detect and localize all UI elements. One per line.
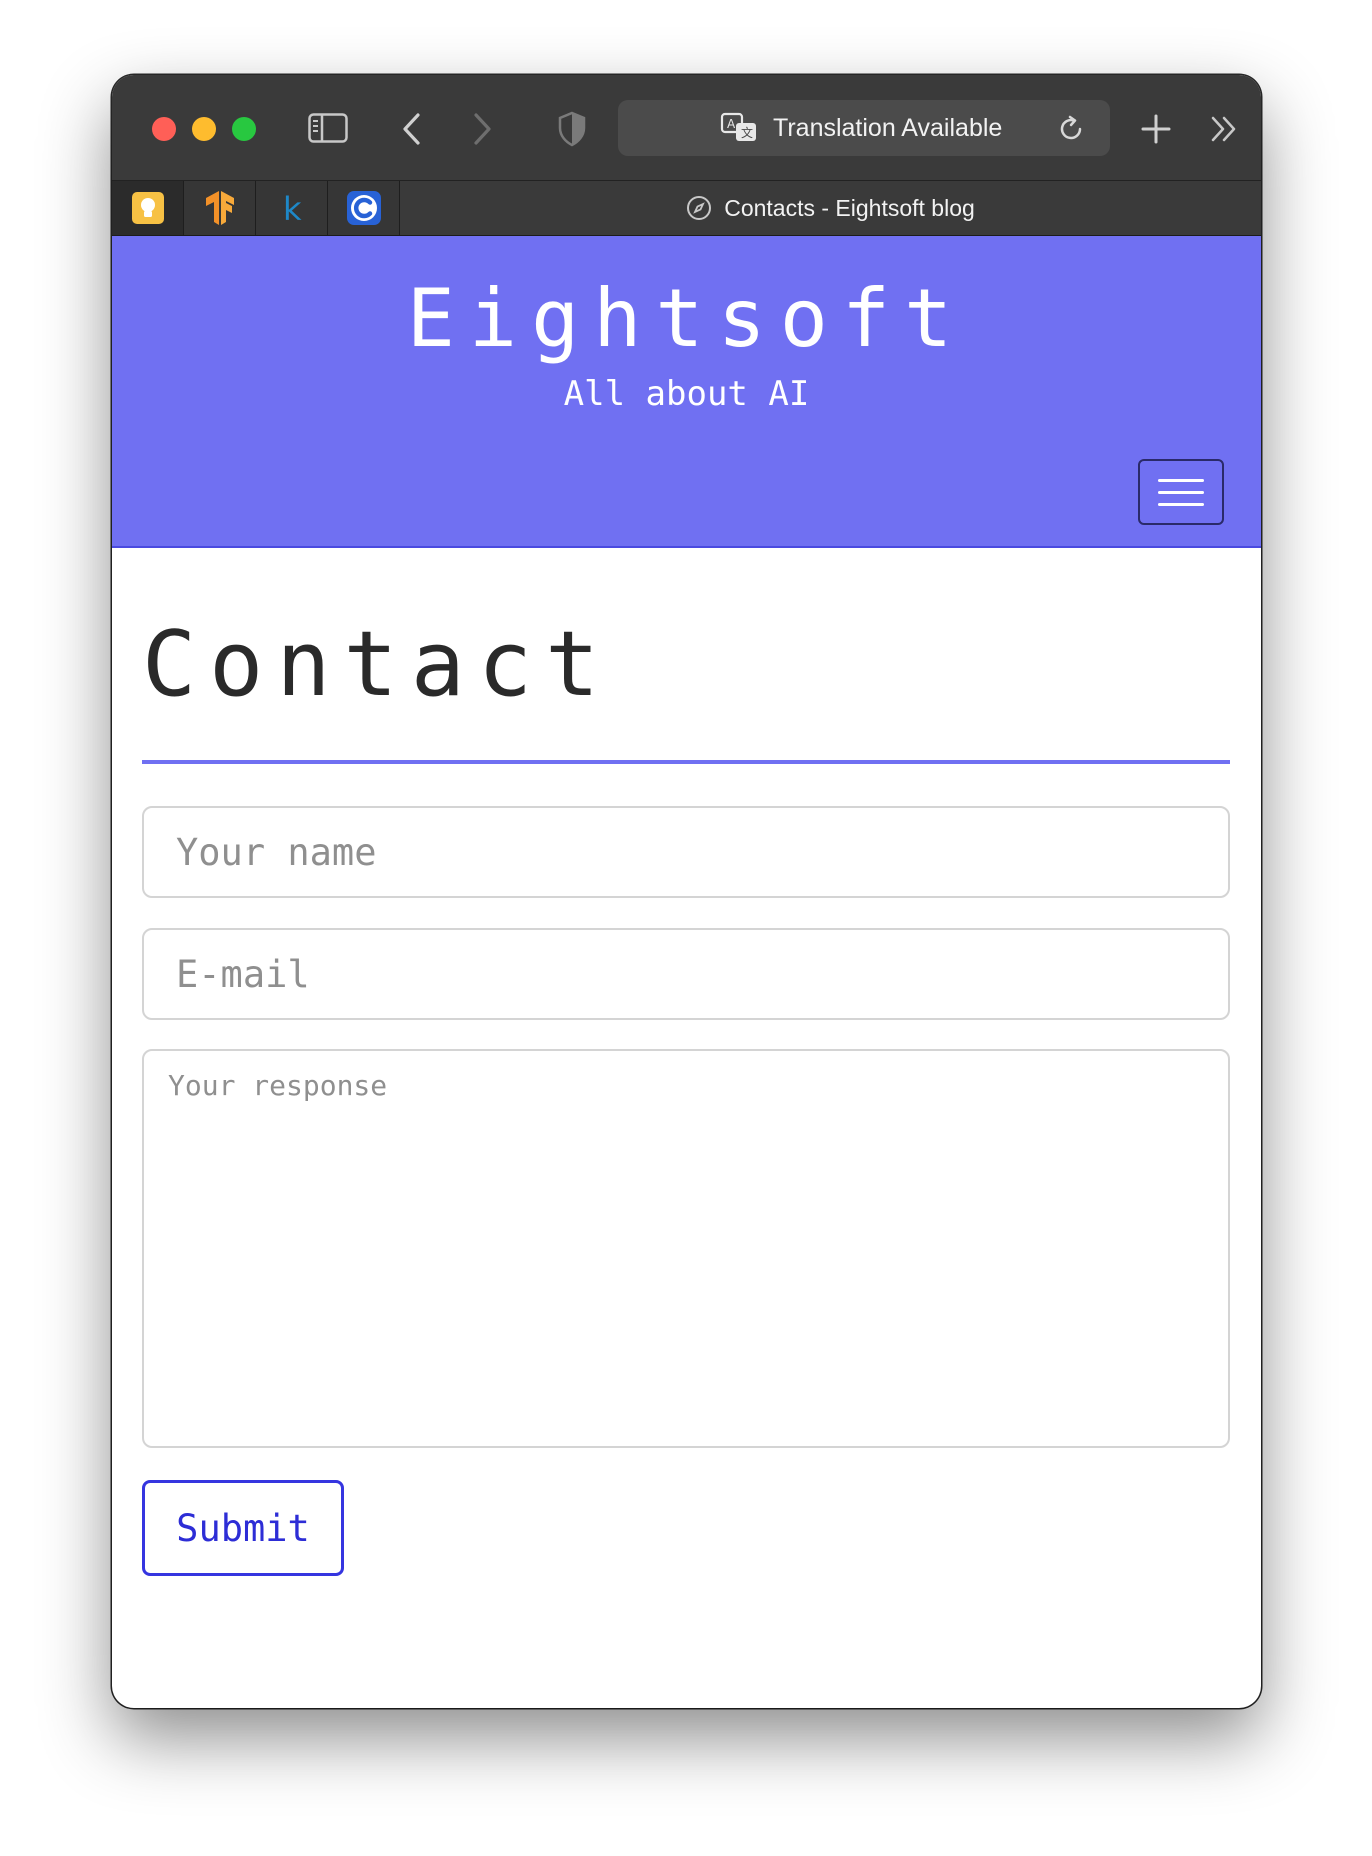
name-field[interactable] [142,806,1230,898]
c-icon [346,191,381,225]
site-title[interactable]: Eightsoft [112,274,1261,364]
browser-window: A 文 Translation Available k Contacts - E… [112,75,1261,1708]
active-tab[interactable]: Contacts - Eightsoft blog [400,181,1261,235]
close-window-button[interactable] [152,117,176,141]
compass-icon [687,196,712,220]
site-subtitle: All about AI [563,374,810,414]
tensorflow-icon [205,191,234,225]
browser-toolbar: A 文 Translation Available [112,75,1261,180]
svg-text:文: 文 [741,125,753,140]
sidebar-toggle-icon[interactable] [308,111,348,145]
shield-icon[interactable] [552,109,592,149]
hamburger-icon[interactable] [1138,459,1224,525]
pinned-tab-k[interactable]: k [256,181,328,235]
pinned-tab-tensorflow[interactable] [184,181,256,235]
pinned-tab-c[interactable] [328,181,400,235]
site-header: Eightsoft All about AI [112,236,1261,548]
svg-text:A: A [727,117,736,131]
double-chevron-icon[interactable] [1204,109,1244,149]
plus-icon[interactable] [1136,109,1176,149]
back-icon[interactable] [392,109,432,149]
email-field[interactable] [142,928,1230,1020]
bulb-icon [131,192,164,224]
svg-text:k: k [283,191,302,225]
address-bar-text: Translation Available [773,114,1003,142]
zoom-window-button[interactable] [232,117,256,141]
address-bar[interactable]: A 文 Translation Available [618,100,1110,156]
minimize-window-button[interactable] [192,117,216,141]
hamburger-line [1158,478,1204,482]
tab-bar: k Contacts - Eightsoft blog [112,180,1261,236]
reload-icon[interactable] [1056,114,1086,144]
k-icon: k [283,191,302,225]
response-textarea[interactable] [142,1049,1230,1448]
page-title: Contact [142,612,613,717]
forward-icon[interactable] [462,109,502,149]
tab-title: Contacts - Eightsoft blog [724,194,975,221]
hamburger-line [1158,490,1204,494]
translate-icon[interactable]: A 文 [720,112,760,144]
heading-divider [142,760,1230,764]
pinned-tab-bulb[interactable] [112,181,184,235]
hamburger-line [1158,502,1204,506]
submit-button[interactable]: Submit [142,1480,344,1576]
